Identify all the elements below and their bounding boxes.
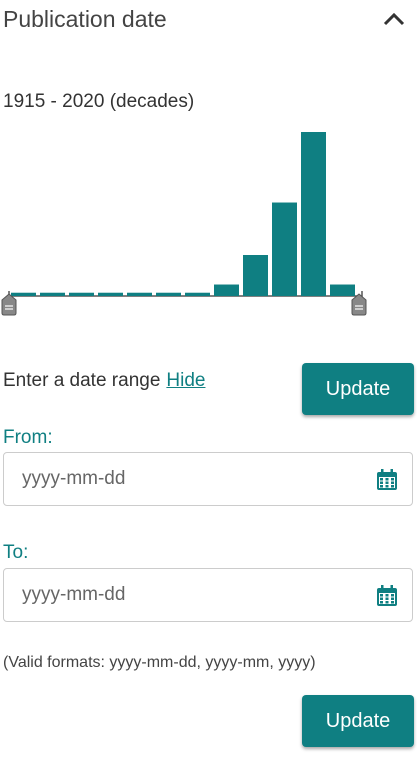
to-date-field[interactable] <box>3 568 413 622</box>
histogram-bar[interactable] <box>301 132 326 296</box>
histogram-bar[interactable] <box>11 292 36 296</box>
from-label: From: <box>3 427 53 448</box>
to-date-input[interactable] <box>22 583 352 607</box>
histogram-bar[interactable] <box>272 202 297 296</box>
histogram-bar[interactable] <box>214 284 239 296</box>
histogram-bar[interactable] <box>330 284 355 296</box>
valid-formats-hint: (Valid formats: yyyy-mm-dd, yyyy-mm, yyy… <box>3 654 316 671</box>
publication-date-header[interactable]: Publication date <box>0 0 417 44</box>
to-label: To: <box>3 542 29 563</box>
from-date-input[interactable] <box>22 467 352 491</box>
histogram-bar[interactable] <box>156 292 181 296</box>
section-title: Publication date <box>3 6 167 32</box>
slider-handle-left[interactable] <box>1 293 17 316</box>
histogram-bar[interactable] <box>98 292 123 296</box>
date-range-prompt-text: Enter a date range <box>3 370 161 391</box>
hide-link[interactable]: Hide <box>166 370 205 391</box>
calendar-icon[interactable] <box>376 585 398 607</box>
histogram-bar[interactable] <box>185 292 210 296</box>
chevron-up-icon[interactable] <box>381 8 407 28</box>
histogram-bar[interactable] <box>40 292 65 296</box>
histogram-bar[interactable] <box>69 292 94 296</box>
histogram-bar[interactable] <box>127 292 152 296</box>
update-button-bottom[interactable]: Update <box>302 695 414 747</box>
slider-handle-right[interactable] <box>351 293 367 316</box>
from-date-field[interactable] <box>3 452 413 506</box>
histogram-bars <box>11 132 355 296</box>
date-range-prompt: Enter a date range Hide <box>3 370 205 392</box>
calendar-icon[interactable] <box>376 469 398 491</box>
histogram-bar[interactable] <box>243 255 268 296</box>
update-button-top[interactable]: Update <box>302 363 414 415</box>
publication-date-histogram <box>1 132 367 316</box>
range-label: 1915 - 2020 (decades) <box>3 91 195 112</box>
